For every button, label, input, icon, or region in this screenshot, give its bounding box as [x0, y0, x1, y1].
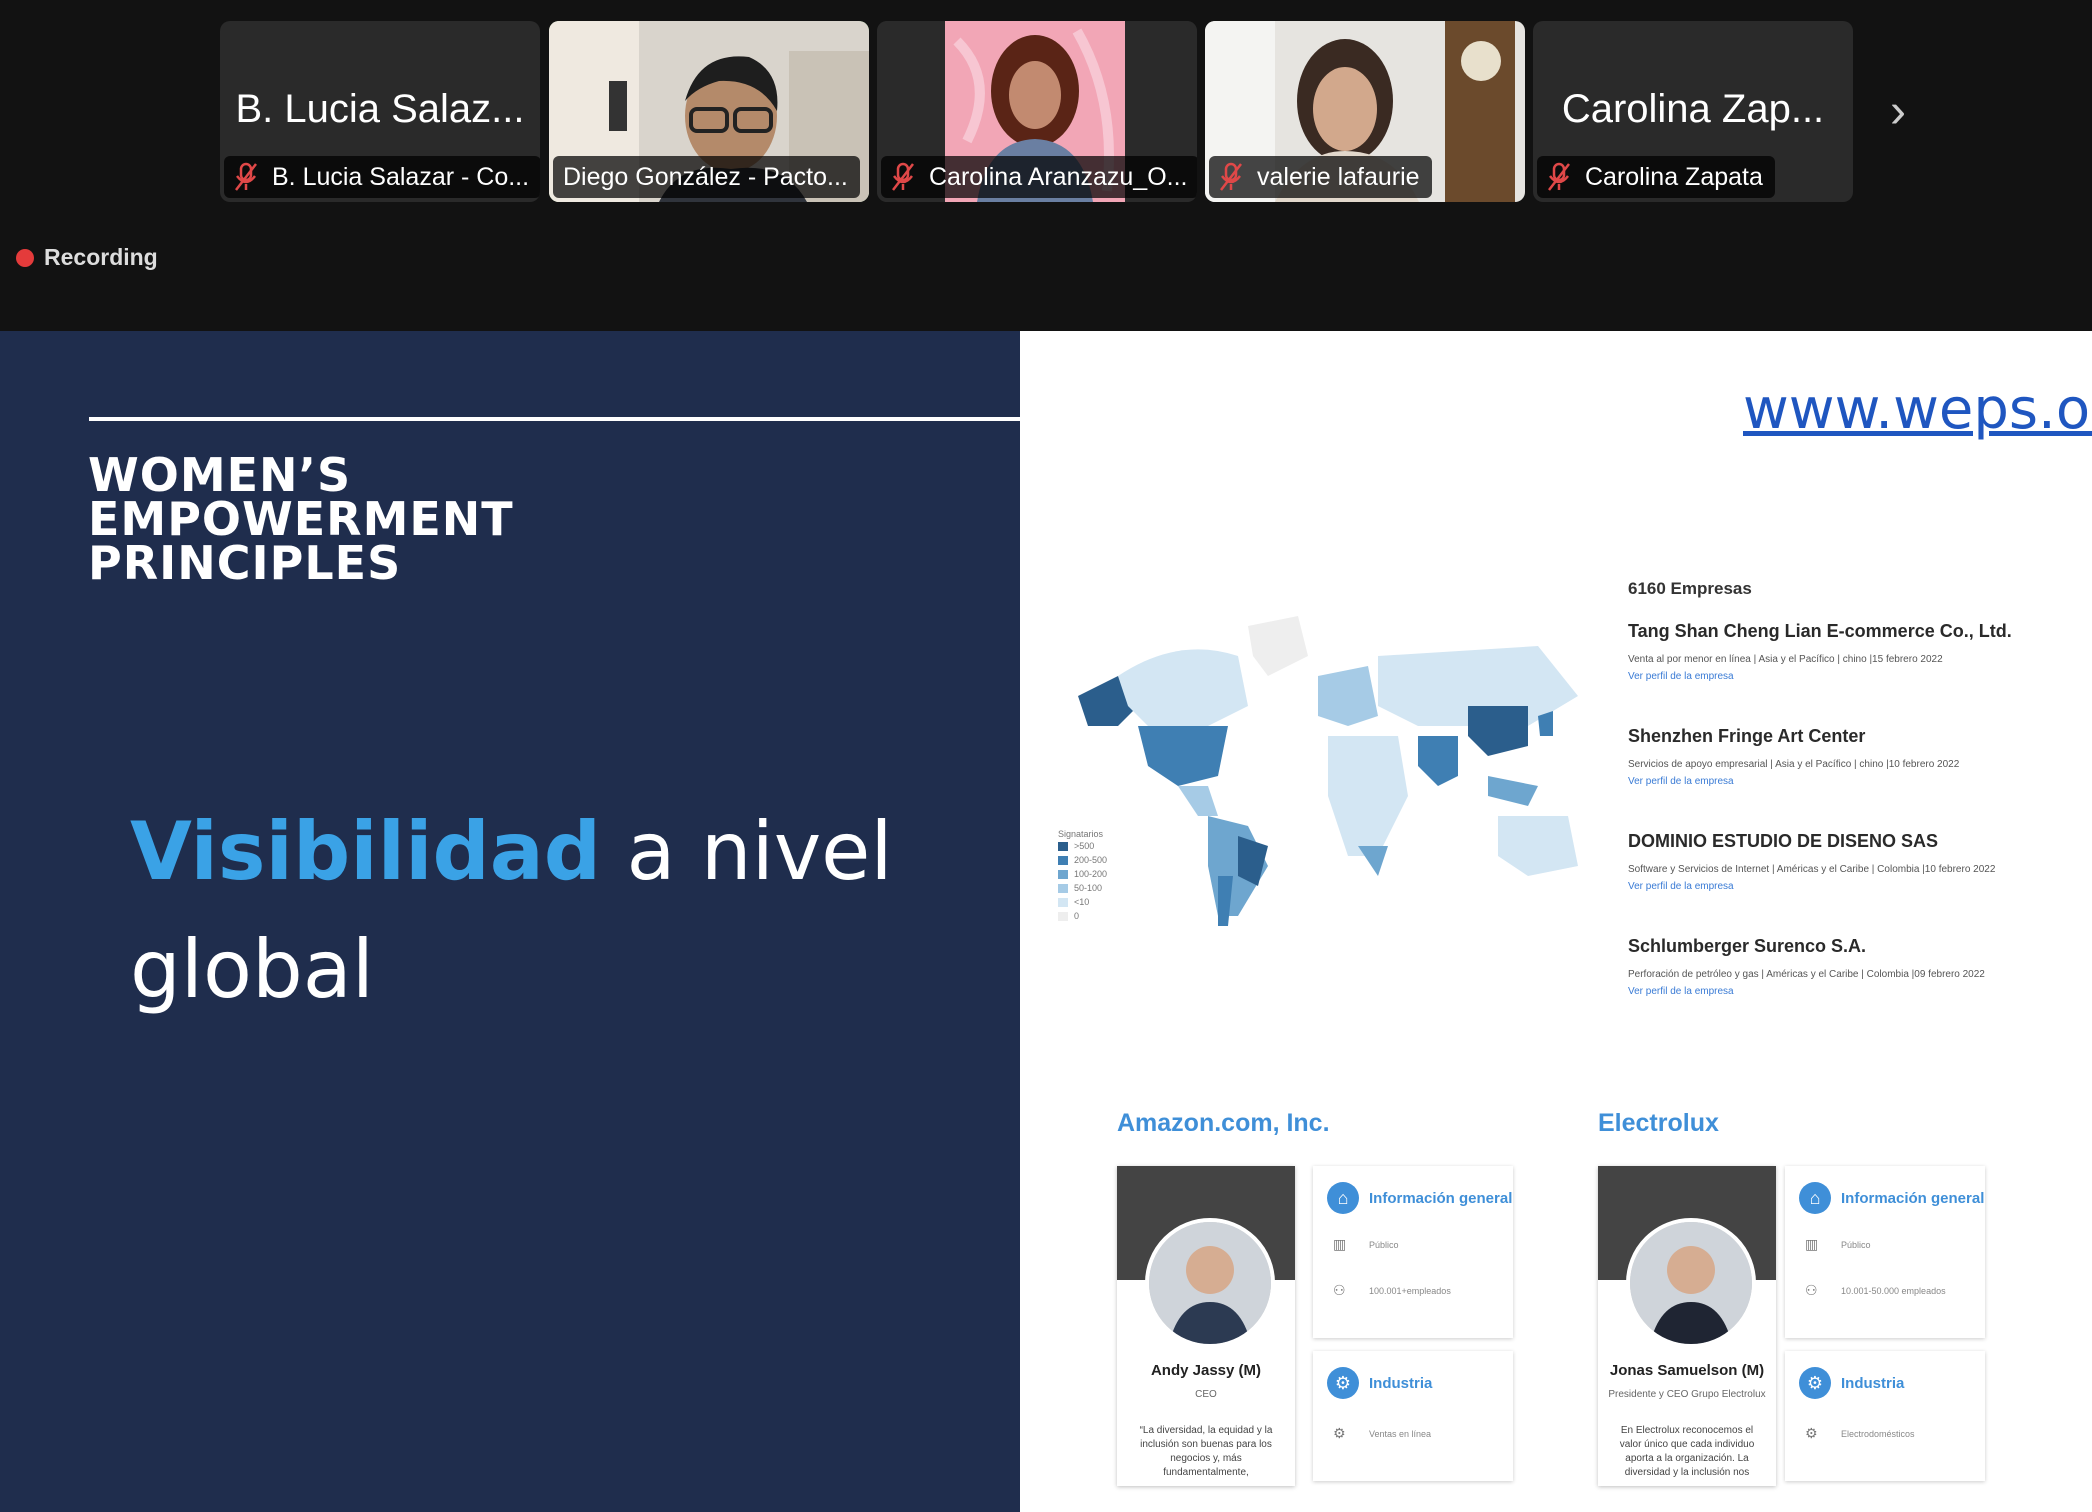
recording-label: Recording: [44, 244, 158, 270]
avatar: [1145, 1218, 1275, 1348]
ceo-profile-card: Jonas Samuelson (M) Presidente y CEO Gru…: [1598, 1166, 1776, 1486]
weps-url: www.weps.or: [1743, 377, 2092, 442]
mic-muted-icon: [891, 162, 915, 192]
gears-icon: ⚙: [1327, 1367, 1359, 1399]
participant-label: Carolina Aranzazu_O...: [929, 162, 1188, 191]
gear-icon: ⚙: [1805, 1425, 1818, 1441]
participant-label: B. Lucia Salazar - Co...: [272, 162, 530, 191]
legend-title: Signatarios: [1058, 829, 1104, 839]
company-entry: DOMINIO ESTUDIO DE DISENO SAS Software y…: [1628, 831, 2068, 892]
mic-muted-icon: [1219, 162, 1243, 192]
home-icon: ⌂: [1327, 1182, 1359, 1214]
participant-name-tag: Carolina Aranzazu_O...: [881, 156, 1197, 198]
recording-dot-icon: [16, 248, 34, 267]
company-profile-link: Ver perfil de la empresa: [1628, 881, 1734, 892]
legend-item: 0: [1058, 909, 1107, 923]
people-icon: ⚇: [1805, 1282, 1818, 1298]
participant-name-tag: valerie lafaurie: [1209, 156, 1432, 198]
recording-indicator: Recording: [16, 244, 158, 271]
company-card-title: Amazon.com, Inc.: [1117, 1109, 1330, 1137]
participant-display-name: Carolina Zap...: [1561, 87, 1825, 131]
participant-name-tag: Carolina Zapata: [1537, 156, 1775, 198]
company-list: 6160 Empresas Tang Shan Cheng Lian E-com…: [1628, 579, 2068, 1041]
gear-icon: ⚙: [1333, 1425, 1346, 1441]
avatar: [1626, 1218, 1756, 1348]
headline-highlight: Visibilidad: [130, 805, 602, 898]
participant-name-tag: Diego González - Pacto...: [553, 156, 860, 198]
bar-chart-icon: ▥: [1333, 1236, 1347, 1252]
bar-chart-icon: ▥: [1805, 1236, 1819, 1252]
slide-left-panel: WOMEN’S EMPOWERMENT PRINCIPLES Visibilid…: [0, 331, 1020, 1512]
world-map: [1078, 616, 1578, 926]
industry-card: ⚙ Industria ⚙ Electrodomésticos: [1785, 1351, 1985, 1481]
company-card-title: Electrolux: [1598, 1109, 1719, 1137]
participant-tile[interactable]: Carolina Aranzazu_O...: [877, 21, 1197, 202]
legend-item: <10: [1058, 895, 1107, 909]
participant-label: Carolina Zapata: [1585, 162, 1763, 191]
industry-card: ⚙ Industria ⚙ Ventas en línea: [1313, 1351, 1513, 1481]
participant-tile[interactable]: valerie lafaurie: [1205, 21, 1525, 202]
company-entry: Shenzhen Fringe Art Center Servicios de …: [1628, 726, 2068, 787]
divider: [89, 417, 1020, 421]
legend-item: 100-200: [1058, 867, 1107, 881]
ceo-profile-card: Andy Jassy (M) CEO “La diversidad, la eq…: [1117, 1166, 1295, 1486]
company-count: 6160 Empresas: [1628, 579, 1752, 598]
weps-logo: WOMEN’S EMPOWERMENT PRINCIPLES: [88, 448, 514, 590]
people-icon: ⚇: [1333, 1282, 1346, 1298]
mic-muted-icon: [234, 162, 258, 192]
company-profile-link: Ver perfil de la empresa: [1628, 671, 1734, 682]
slide-right-panel: www.weps.or Signatarios >500 200-500 100…: [1020, 331, 2092, 1512]
company-entry: Schlumberger Surenco S.A. Perforación de…: [1628, 936, 2068, 997]
gears-icon: ⚙: [1799, 1367, 1831, 1399]
company-profile-link: Ver perfil de la empresa: [1628, 776, 1734, 787]
participant-label: valerie lafaurie: [1257, 162, 1420, 191]
participant-tile[interactable]: B. Lucia Salaz... B. Lucia Salazar - Co.…: [220, 21, 540, 202]
general-info-card: ⌂ Información general ▥ Público ⚇ 10.001…: [1785, 1166, 1985, 1338]
company-profile-link: Ver perfil de la empresa: [1628, 986, 1734, 997]
mic-muted-icon: [1547, 162, 1571, 192]
legend-item: 50-100: [1058, 881, 1107, 895]
legend-item: 200-500: [1058, 853, 1107, 867]
general-info-card: ⌂ Información general ▥ Público ⚇ 100.00…: [1313, 1166, 1513, 1338]
home-icon: ⌂: [1799, 1182, 1831, 1214]
participant-display-name: B. Lucia Salaz...: [235, 87, 525, 131]
participant-name-tag: B. Lucia Salazar - Co...: [224, 156, 540, 198]
participant-strip: B. Lucia Salaz... B. Lucia Salazar - Co.…: [0, 0, 2092, 331]
company-entry: Tang Shan Cheng Lian E-commerce Co., Ltd…: [1628, 621, 2068, 682]
slide-headline: Visibilidad a nivel global: [130, 793, 930, 1029]
participant-tile[interactable]: Carolina Zap... Carolina Zapata: [1533, 21, 1853, 202]
map-legend: Signatarios >500 200-500 100-200 50-100 …: [1058, 829, 1107, 923]
legend-item: >500: [1058, 839, 1107, 853]
chevron-right-icon[interactable]: ›: [1876, 88, 1920, 136]
participant-label: Diego González - Pacto...: [563, 162, 848, 191]
participant-tile-active[interactable]: Diego González - Pacto...: [549, 21, 869, 202]
